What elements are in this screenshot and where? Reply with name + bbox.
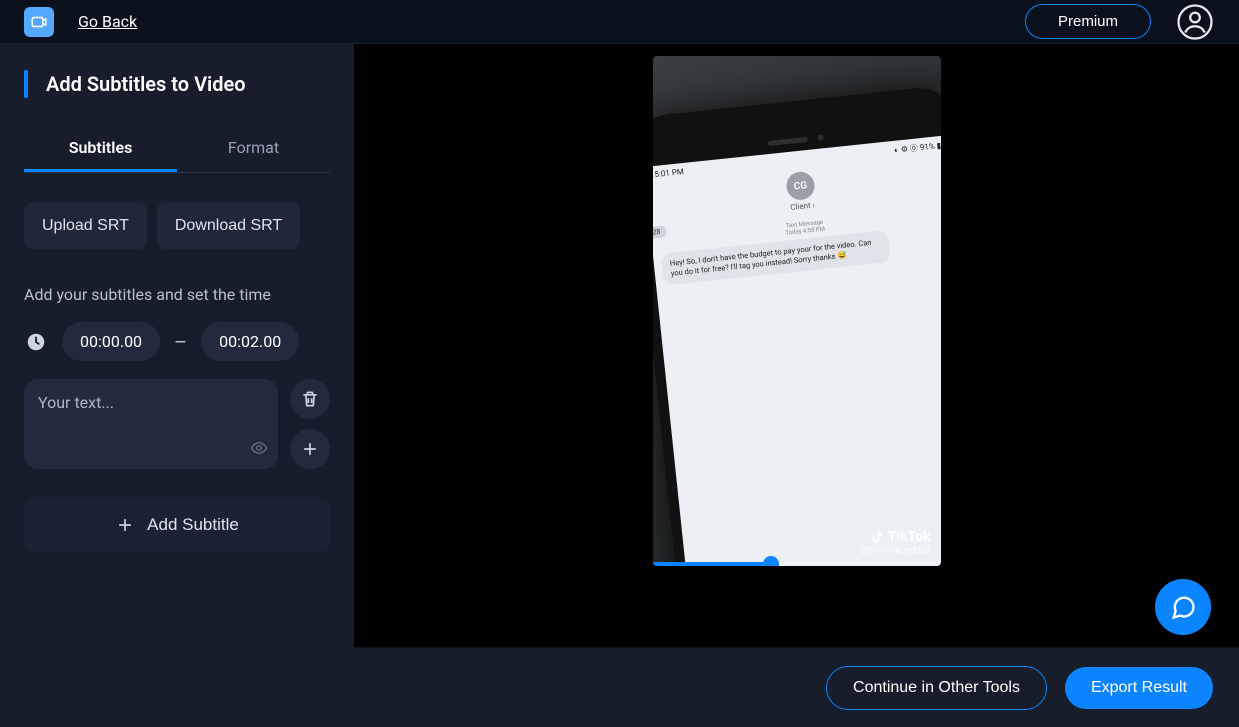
subtitle-text-input[interactable]: Your text... — [24, 379, 278, 469]
time-dash: – — [174, 330, 187, 354]
title-accent-bar — [24, 70, 28, 98]
tiktok-watermark: TikTok @filmora_editor — [860, 529, 930, 556]
continue-in-other-tools-button[interactable]: Continue in Other Tools — [826, 666, 1047, 710]
logo-icon — [30, 13, 48, 31]
app-logo[interactable] — [24, 7, 54, 37]
footer-bar: Continue in Other Tools Export Result — [354, 647, 1239, 727]
visibility-icon[interactable] — [250, 439, 268, 461]
download-srt-button[interactable]: Download SRT — [157, 203, 300, 249]
tab-format[interactable]: Format — [177, 126, 330, 172]
help-fab[interactable] — [1155, 579, 1211, 635]
progress-thumb[interactable] — [763, 556, 779, 566]
status-time: 5:01 PM — [654, 167, 684, 181]
plus-icon — [115, 515, 135, 535]
tiktok-icon — [870, 530, 884, 544]
premium-button[interactable]: Premium — [1025, 4, 1151, 39]
tabs: Subtitles Format — [24, 126, 330, 173]
progress-fill — [653, 562, 771, 566]
video-area: 5:01 PM ◐ ⚙ ⓪ 91% ▮ CG Client › 128 Text… — [354, 44, 1239, 727]
status-right: ◐ ⚙ ⓪ 91% ▮ — [893, 140, 940, 156]
plus-icon — [300, 439, 320, 459]
start-time-input[interactable]: 00:00.00 — [62, 322, 160, 361]
phone-mock: 5:01 PM ◐ ⚙ ⓪ 91% ▮ CG Client › 128 Text… — [653, 84, 941, 566]
video-preview[interactable]: 5:01 PM ◐ ⚙ ⓪ 91% ▮ CG Client › 128 Text… — [653, 56, 941, 566]
add-subtitle-circle-button[interactable] — [290, 429, 330, 469]
delete-subtitle-button[interactable] — [290, 379, 330, 419]
trash-icon — [300, 389, 320, 409]
page-title: Add Subtitles to Video — [46, 72, 246, 96]
tab-subtitles[interactable]: Subtitles — [24, 126, 177, 172]
chat-icon — [1169, 593, 1197, 621]
end-time-input[interactable]: 00:02.00 — [201, 322, 299, 361]
phone-camera-dot — [817, 134, 824, 141]
add-subtitle-button[interactable]: Add Subtitle — [24, 499, 330, 551]
user-icon — [1177, 4, 1213, 40]
phone-screen: 5:01 PM ◐ ⚙ ⓪ 91% ▮ CG Client › 128 Text… — [653, 135, 941, 566]
time-row: 00:00.00 – 00:02.00 — [24, 322, 330, 361]
upload-srt-button[interactable]: Upload SRT — [24, 203, 147, 249]
helper-text: Add your subtitles and set the time — [24, 285, 330, 304]
phone-speaker — [767, 136, 807, 145]
go-back-link[interactable]: Go Back — [78, 12, 137, 31]
add-subtitle-label: Add Subtitle — [147, 515, 239, 535]
contact-avatar: CG — [785, 170, 816, 201]
subtitle-placeholder: Your text... — [38, 393, 114, 412]
header: Go Back Premium — [0, 0, 1239, 44]
clock-icon — [24, 330, 48, 354]
video-progress-bar[interactable] — [653, 562, 941, 566]
export-result-button[interactable]: Export Result — [1065, 667, 1213, 709]
user-avatar[interactable] — [1175, 2, 1215, 42]
sidebar: Add Subtitles to Video Subtitles Format … — [0, 44, 354, 727]
